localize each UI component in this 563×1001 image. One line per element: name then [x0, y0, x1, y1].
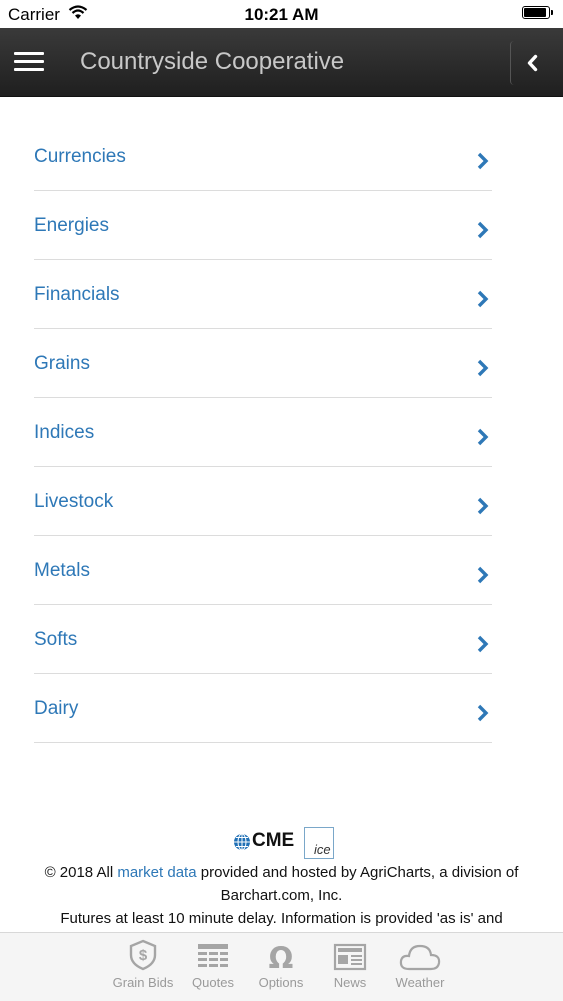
chevron-right-icon	[477, 704, 489, 722]
tab-label: Options	[258, 975, 304, 990]
cme-logo: CME	[252, 830, 295, 851]
chevron-right-icon	[477, 566, 489, 584]
menu-item-grains[interactable]: Grains	[34, 329, 492, 398]
battery-icon	[522, 6, 554, 21]
menu-item-label: Metals	[34, 560, 90, 581]
menu-item-metals[interactable]: Metals	[34, 536, 492, 605]
menu-item-label: Livestock	[34, 491, 114, 512]
clock: 10:21 AM	[244, 5, 319, 24]
menu-item-softs[interactable]: Softs	[34, 605, 492, 674]
hamburger-menu-icon[interactable]	[12, 46, 48, 78]
cloud-icon	[399, 944, 441, 971]
menu-item-label: Softs	[34, 629, 78, 650]
grain-bids-icon: $	[129, 939, 157, 971]
menu-item-currencies[interactable]: Currencies	[34, 122, 492, 191]
menu-item-label: Energies	[34, 215, 109, 236]
app-header: Countryside Cooperative	[0, 28, 563, 97]
tab-label: Quotes	[192, 975, 234, 990]
menu-item-label: Grains	[34, 353, 90, 374]
tab-label: Weather	[395, 975, 445, 990]
chevron-left-icon	[527, 54, 538, 72]
bottom-tab-bar: $ Grain Bids Quotes Ω Options News Weath…	[0, 932, 563, 1001]
tab-label: News	[333, 975, 367, 990]
tab-weather[interactable]: Weather	[382, 939, 458, 990]
tab-news[interactable]: News	[312, 939, 388, 990]
menu-item-label: Indices	[34, 422, 95, 443]
copyright-prefix: © 2018 All	[44, 864, 118, 881]
chevron-right-icon	[477, 221, 489, 239]
chevron-right-icon	[477, 635, 489, 653]
svg-text:$: $	[139, 947, 148, 964]
menu-item-label: Financials	[34, 284, 120, 305]
quotes-icon	[198, 944, 228, 967]
market-category-list: Currencies Energies Financials Grains In…	[34, 122, 492, 743]
omega-icon: Ω	[269, 943, 294, 971]
page-title: Countryside Cooperative	[80, 48, 345, 75]
footer: CME ice © 2018 All market data provided …	[0, 825, 563, 930]
chevron-right-icon	[477, 428, 489, 446]
ice-logo-text: ice	[314, 842, 331, 857]
tab-quotes[interactable]: Quotes	[175, 939, 251, 990]
status-bar: Carrier 10:21 AM	[0, 0, 563, 28]
menu-item-indices[interactable]: Indices	[34, 398, 492, 467]
delay-notice: Futures at least 10 minute delay. Inform…	[60, 910, 503, 927]
menu-item-label: Currencies	[34, 146, 126, 167]
chevron-right-icon	[477, 290, 489, 308]
market-data-link[interactable]: market data	[117, 864, 196, 881]
menu-item-label: Dairy	[34, 698, 79, 719]
chevron-right-icon	[477, 359, 489, 377]
menu-item-dairy[interactable]: Dairy	[34, 674, 492, 743]
menu-item-livestock[interactable]: Livestock	[34, 467, 492, 536]
cme-globe-icon	[234, 833, 250, 851]
chevron-right-icon	[477, 152, 489, 170]
svg-text:Ω: Ω	[269, 943, 294, 971]
copyright-text: © 2018 All market data provided and host…	[0, 861, 563, 907]
back-button[interactable]	[510, 41, 555, 85]
ice-logo: ice	[304, 827, 334, 859]
tab-label: Grain Bids	[112, 975, 174, 990]
copyright-suffix: provided and hosted by AgriCharts, a div…	[196, 864, 519, 904]
menu-item-energies[interactable]: Energies	[34, 191, 492, 260]
menu-item-financials[interactable]: Financials	[34, 260, 492, 329]
chevron-right-icon	[477, 497, 489, 515]
exchange-logos: CME ice	[0, 825, 563, 861]
tab-options[interactable]: Ω Options	[243, 939, 319, 990]
newspaper-icon	[333, 943, 367, 971]
tab-grain-bids[interactable]: $ Grain Bids	[105, 939, 181, 990]
